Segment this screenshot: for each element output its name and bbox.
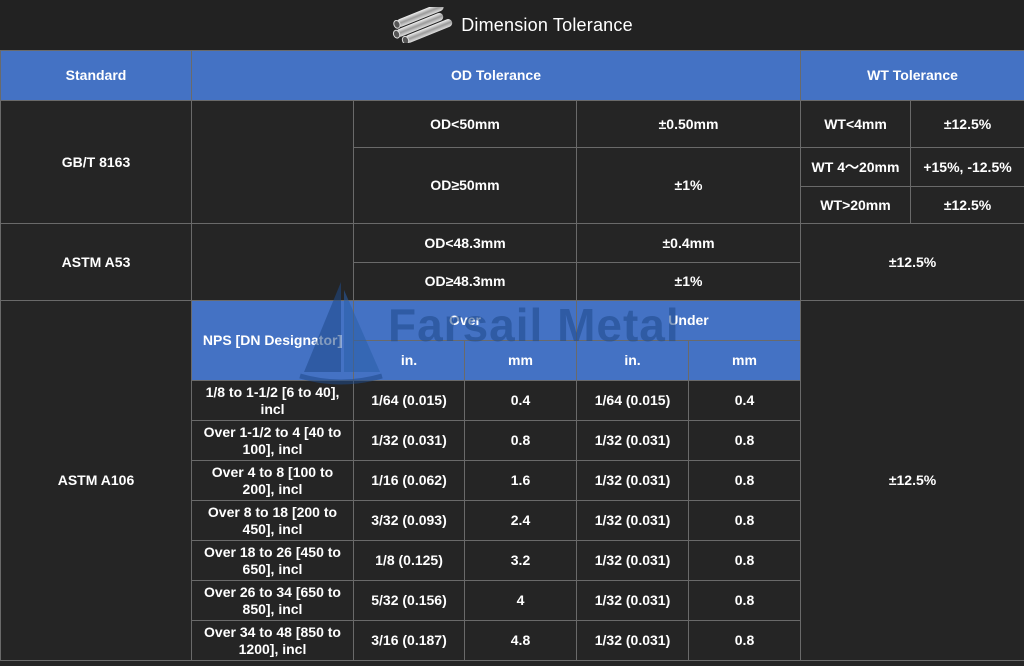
- under-header: Under: [575, 300, 802, 341]
- header-row: Standard OD Tolerance WT Tolerance: [0, 50, 1024, 101]
- nps-range: Over 18 to 26 [450 to 650], incl: [191, 540, 354, 581]
- over-in-value: 3/32 (0.093): [353, 500, 465, 541]
- od-condition: OD≥48.3mm: [353, 262, 577, 301]
- standard-astm-a106: ASTM A106: [0, 300, 192, 661]
- under-in-value: 1/64 (0.015): [576, 380, 689, 421]
- nps-range: Over 1-1/2 to 4 [40 to 100], incl: [191, 420, 354, 461]
- over-in-value: 1/16 (0.062): [353, 460, 465, 501]
- wt-tolerance-value: ±12.5%: [910, 186, 1024, 224]
- under-mm-value: 0.8: [687, 420, 802, 461]
- under-mm-value: 0.4: [687, 380, 802, 421]
- table-row: ASTM A106 NPS [DN Designator] Over Under…: [0, 300, 1024, 661]
- nps-range: Over 8 to 18 [200 to 450], incl: [191, 500, 354, 541]
- wt-condition: WT<4mm: [800, 100, 912, 148]
- od-condition: OD<50mm: [353, 100, 577, 148]
- over-in-value: 5/32 (0.156): [353, 580, 465, 621]
- table-row: ASTM A53 OD<48.3mm ±0.4mm ±12.5%: [0, 223, 1024, 301]
- od-condition: OD<48.3mm: [353, 223, 577, 263]
- under-in-value: 1/32 (0.031): [576, 420, 689, 461]
- under-mm-value: 0.8: [687, 460, 802, 501]
- over-mm-value: 0.4: [464, 380, 577, 421]
- wt-tolerance-value: +15%, -12.5%: [910, 147, 1024, 187]
- steel-pipes-icon: [393, 7, 453, 43]
- under-in-value: 1/32 (0.031): [576, 540, 689, 581]
- under-mm-value: 0.8: [687, 620, 802, 661]
- nps-header: NPS [DN Designator]: [191, 300, 354, 381]
- under-in-value: 1/32 (0.031): [576, 620, 689, 661]
- od-tolerance-value: ±1%: [575, 147, 802, 224]
- header-wt-tolerance: WT Tolerance: [800, 50, 1024, 101]
- wt-condition: WT 4～20mm: [800, 147, 912, 187]
- over-mm-value: 4.8: [464, 620, 577, 661]
- under-in-value: 1/32 (0.031): [576, 500, 689, 541]
- wt-tolerance-value: ±12.5%: [910, 100, 1024, 148]
- empty-cell: [191, 223, 354, 301]
- under-in-value: 1/32 (0.031): [576, 460, 689, 501]
- od-condition: OD≥50mm: [353, 147, 577, 224]
- page-title: Dimension Tolerance: [461, 14, 633, 35]
- nps-range: Over 4 to 8 [100 to 200], incl: [191, 460, 354, 501]
- over-mm-value: 3.2: [464, 540, 577, 581]
- header-od-tolerance: OD Tolerance: [190, 50, 802, 101]
- standard-gbt-8163: GB/T 8163: [0, 100, 192, 224]
- tolerance-table: Standard OD Tolerance WT Tolerance GB/T …: [0, 50, 1024, 661]
- over-in-value: 1/8 (0.125): [353, 540, 465, 581]
- over-in-value: 3/16 (0.187): [353, 620, 465, 661]
- nps-range: Over 34 to 48 [850 to 1200], incl: [191, 620, 354, 661]
- under-mm-header: mm: [687, 340, 802, 381]
- over-mm-value: 0.8: [464, 420, 577, 461]
- over-in-value: 1/32 (0.031): [353, 420, 465, 461]
- wt-condition: WT>20mm: [800, 186, 912, 224]
- over-in-value: 1/64 (0.015): [353, 380, 465, 421]
- nps-range: Over 26 to 34 [650 to 850], incl: [191, 580, 354, 621]
- over-mm-header: mm: [464, 340, 577, 381]
- table-row: GB/T 8163 OD<50mm ±0.50mm WT<4mm ±12.5%: [0, 100, 1024, 224]
- under-mm-value: 0.8: [687, 500, 802, 541]
- standard-astm-a53: ASTM A53: [0, 223, 192, 301]
- od-tolerance-value: ±0.4mm: [575, 223, 802, 263]
- empty-cell: [191, 100, 354, 224]
- title-bar: Dimension Tolerance: [0, 0, 1024, 51]
- wt-tolerance-value: ±12.5%: [800, 223, 1024, 301]
- nps-range: 1/8 to 1-1/2 [6 to 40], incl: [191, 380, 354, 421]
- under-in-header: in.: [576, 340, 689, 381]
- od-tolerance-value: ±1%: [575, 262, 802, 301]
- header-standard: Standard: [0, 50, 192, 101]
- over-mm-value: 4: [464, 580, 577, 621]
- od-tolerance-value: ±0.50mm: [575, 100, 802, 148]
- under-mm-value: 0.8: [687, 540, 802, 581]
- over-mm-value: 2.4: [464, 500, 577, 541]
- over-mm-value: 1.6: [464, 460, 577, 501]
- under-in-value: 1/32 (0.031): [576, 580, 689, 621]
- over-header: Over: [353, 300, 577, 341]
- under-mm-value: 0.8: [687, 580, 802, 621]
- over-in-header: in.: [353, 340, 465, 381]
- wt-tolerance-value: ±12.5%: [800, 300, 1024, 661]
